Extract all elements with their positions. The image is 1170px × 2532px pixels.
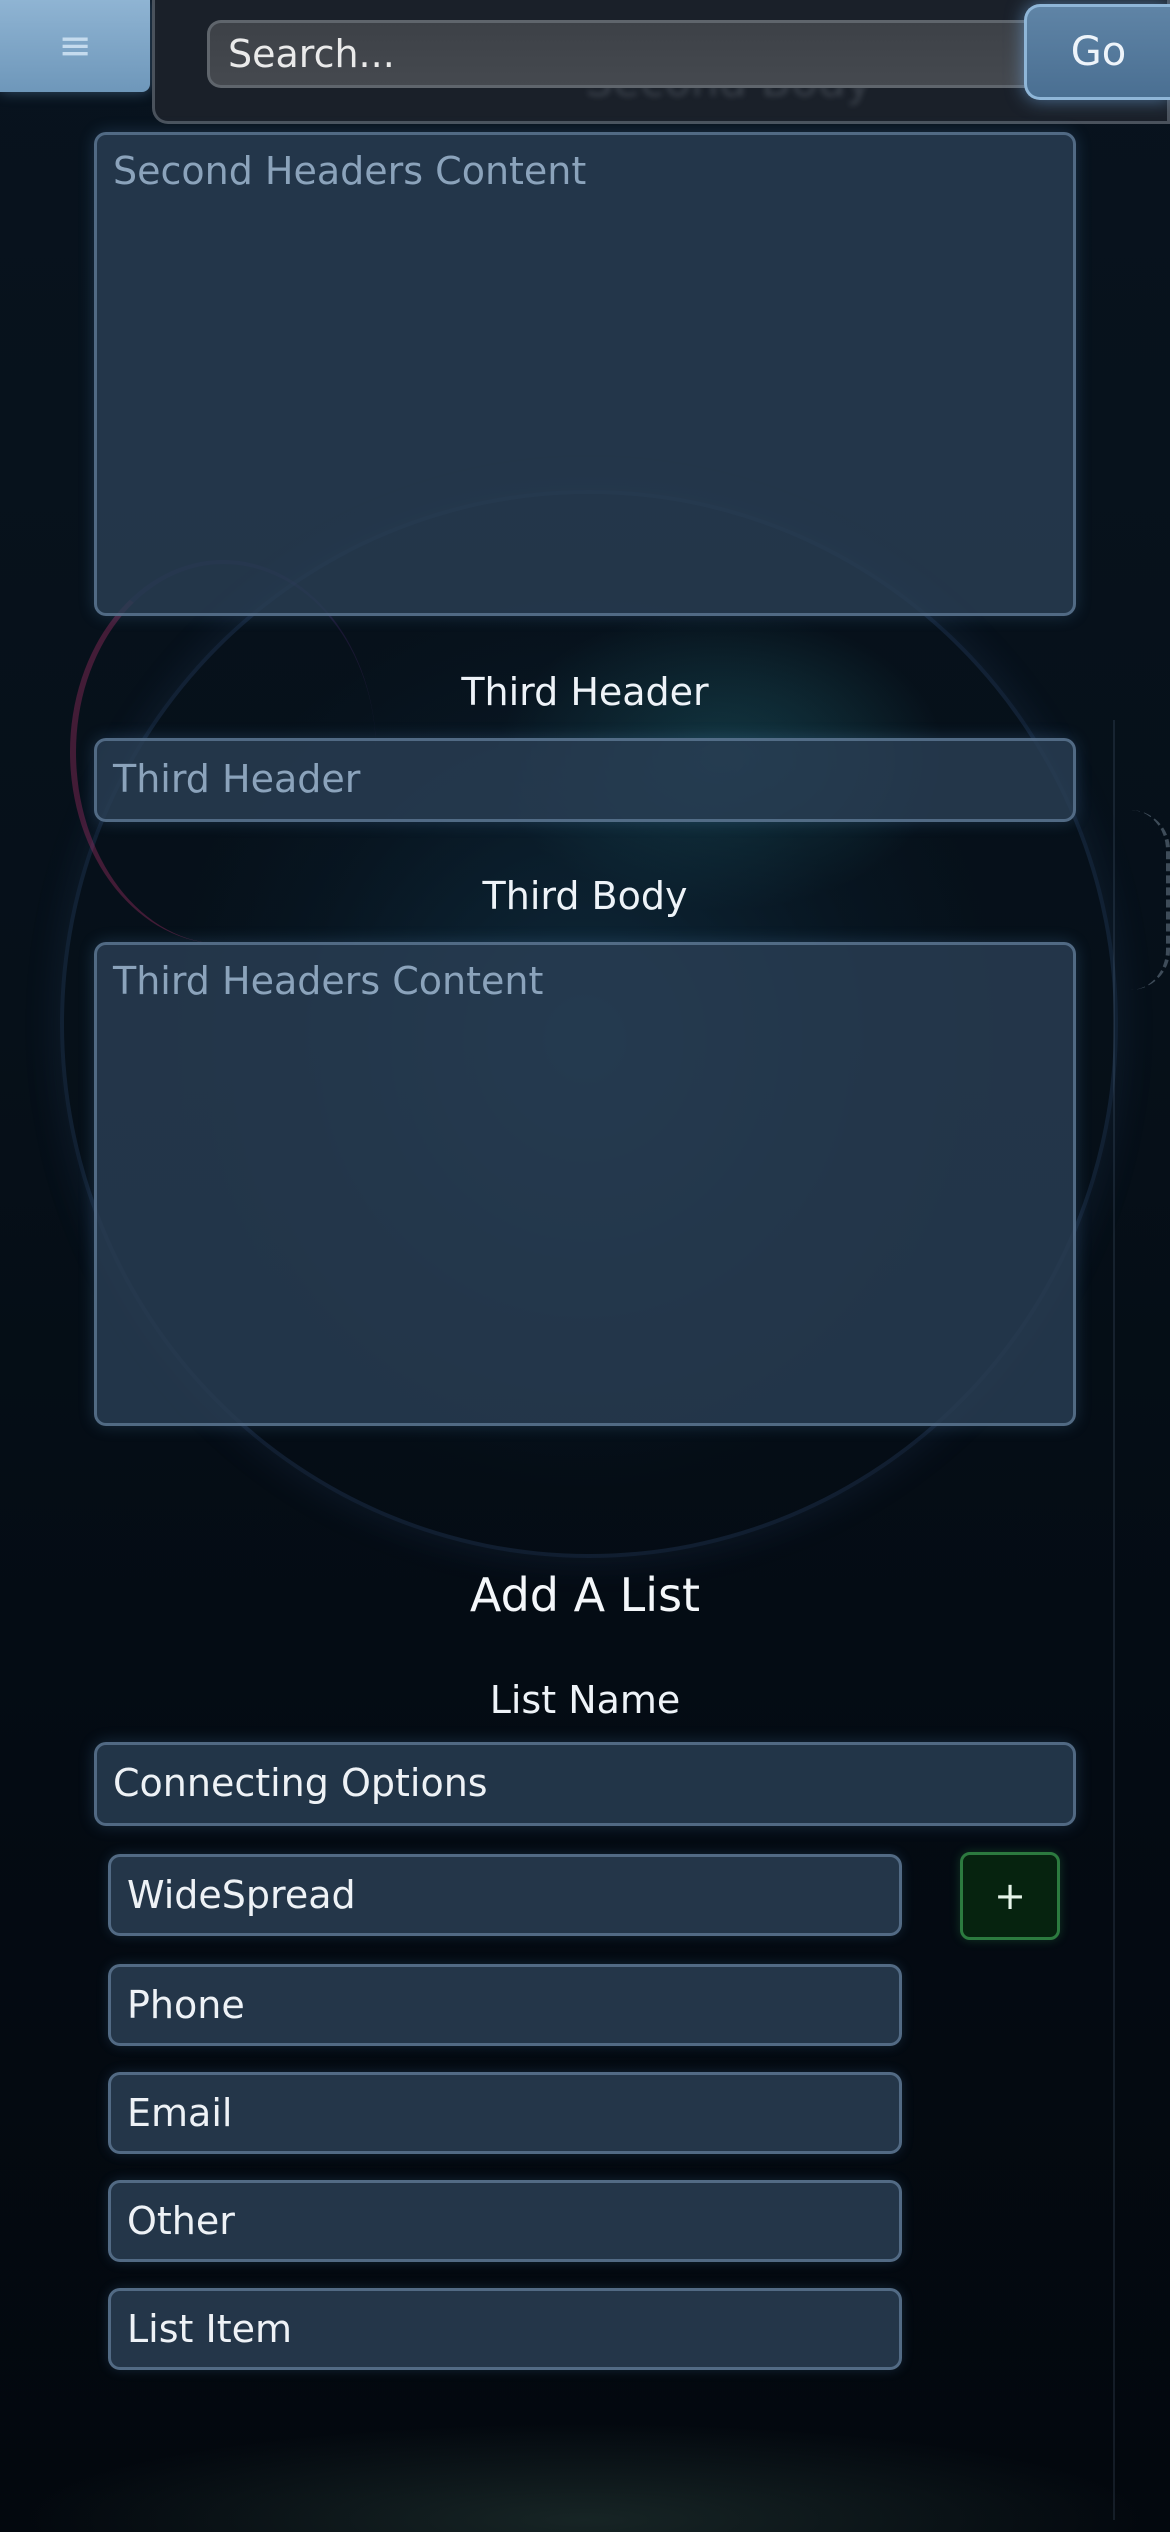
- third-header-input[interactable]: Third Header: [94, 738, 1076, 822]
- third-content-textarea[interactable]: Third Headers Content: [94, 942, 1076, 1426]
- search-input[interactable]: [207, 20, 1045, 88]
- list-item-input[interactable]: Phone: [108, 1964, 902, 2046]
- third-body-label: Third Body: [482, 874, 688, 918]
- add-list-title: Add A List: [469, 1568, 701, 1622]
- menu-button[interactable]: ≡: [0, 0, 150, 92]
- third-header-label: Third Header: [461, 670, 709, 714]
- second-content-textarea[interactable]: Second Headers Content: [94, 132, 1076, 616]
- list-name-label: List Name: [489, 1678, 681, 1722]
- hamburger-icon: ≡: [58, 23, 92, 69]
- add-list-item-button[interactable]: +: [960, 1852, 1060, 1940]
- list-item-input[interactable]: Other: [108, 2180, 902, 2262]
- list-item-input[interactable]: Email: [108, 2072, 902, 2154]
- list-item-input[interactable]: List Item: [108, 2288, 902, 2370]
- list-item-input[interactable]: WideSpread: [108, 1854, 902, 1936]
- search-bar: Second Body: [152, 0, 1170, 124]
- go-button[interactable]: Go: [1024, 4, 1170, 100]
- list-name-input[interactable]: Connecting Options: [94, 1742, 1076, 1826]
- plus-icon: +: [994, 1874, 1026, 1918]
